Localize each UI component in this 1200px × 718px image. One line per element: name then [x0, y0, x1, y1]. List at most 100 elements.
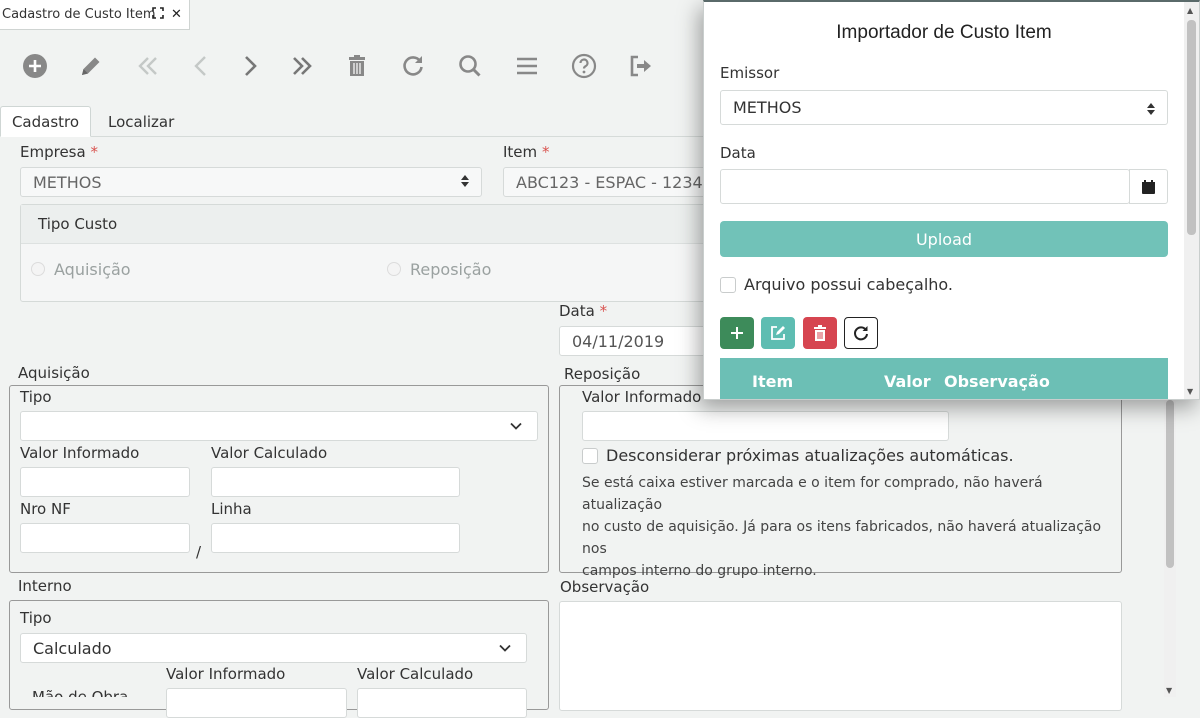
radio-reposicao[interactable]: [387, 262, 401, 276]
importer-table-header: Item Valor Observação: [720, 358, 1168, 399]
item-value: ABC123 - ESPAC - 12345: [516, 172, 713, 192]
aquisicao-valor-informado-input[interactable]: [20, 467, 190, 497]
main-scrollbar-thumb[interactable]: [1166, 400, 1174, 568]
column-header-valor[interactable]: Valor: [884, 372, 931, 391]
emissor-label: Emissor: [720, 64, 780, 82]
aquisicao-tipo-label: Tipo: [20, 388, 52, 406]
close-icon[interactable]: ✕: [171, 7, 182, 22]
note-line: campos interno do grupo interno.: [582, 563, 817, 579]
last-record-icon[interactable]: [286, 50, 318, 82]
desconsiderar-checkbox[interactable]: [582, 448, 598, 464]
interno-valor-informado-label: Valor Informado: [166, 665, 286, 683]
linha-input[interactable]: [211, 523, 460, 553]
aquisicao-valor-calculado-input[interactable]: [211, 467, 460, 497]
importer-data-input[interactable]: [720, 169, 1130, 204]
refresh-icon[interactable]: [397, 50, 429, 82]
chevron-down-icon: [498, 640, 512, 659]
tab-cadastro-label: Cadastro: [11, 112, 80, 131]
main-scrollbar[interactable]: [1164, 400, 1176, 697]
plus-icon: [731, 327, 743, 339]
emissor-select[interactable]: METHOS: [720, 90, 1168, 125]
importer-title: Importador de Custo Item: [836, 22, 1052, 43]
note-line: Se está caixa estiver marcada e o item f…: [582, 475, 1043, 513]
menu-icon[interactable]: [511, 50, 543, 82]
importer-edit-button[interactable]: [761, 317, 795, 349]
nro-nf-label: Nro NF: [20, 500, 71, 518]
search-icon[interactable]: [454, 50, 486, 82]
select-arrows-icon: [461, 174, 469, 191]
add-icon[interactable]: [19, 50, 51, 82]
reposicao-valor-informado-input[interactable]: [582, 411, 949, 441]
reposicao-valor-informado-label: Valor Informado: [582, 388, 702, 406]
interno-valor-calculado-label: Valor Calculado: [357, 665, 474, 683]
upload-label: Upload: [915, 229, 973, 249]
note-line: no custo de aquisição. Já para os itens …: [582, 519, 1102, 557]
item-label: Item *: [503, 143, 550, 161]
first-record-icon[interactable]: [132, 50, 164, 82]
header-checkbox[interactable]: [720, 277, 736, 293]
importer-scrollbar[interactable]: ▲ ▼: [1184, 2, 1199, 399]
data-value: 04/11/2019: [572, 331, 665, 351]
tab-localizar-label: Localizar: [108, 112, 175, 131]
linha-label: Linha: [211, 500, 252, 518]
calendar-button[interactable]: [1129, 169, 1168, 204]
desconsiderar-checkbox-label: Desconsiderar próximas atualizações auto…: [606, 446, 1014, 465]
importer-delete-button[interactable]: [803, 317, 837, 349]
upload-button[interactable]: Upload: [720, 221, 1168, 257]
previous-record-icon[interactable]: [185, 50, 217, 82]
delete-icon[interactable]: [341, 50, 373, 82]
empresa-value: METHOS: [33, 172, 102, 192]
empresa-label: Empresa *: [20, 143, 98, 161]
edit-icon[interactable]: [75, 50, 107, 82]
item-select[interactable]: ABC123 - ESPAC - 12345: [503, 167, 723, 197]
importer-scrollbar-thumb[interactable]: [1187, 20, 1196, 235]
column-header-item[interactable]: Item: [752, 372, 793, 391]
nro-nf-input[interactable]: [20, 523, 190, 553]
radio-aquisicao[interactable]: [31, 262, 45, 276]
data-input[interactable]: 04/11/2019: [559, 326, 719, 356]
importer-data-label: Data: [720, 144, 756, 162]
radio-aquisicao-label: Aquisição: [54, 260, 131, 279]
help-icon[interactable]: [568, 50, 600, 82]
data-label: Data *: [559, 302, 608, 320]
next-record-icon[interactable]: [234, 50, 266, 82]
chevron-down-icon: [509, 418, 523, 437]
mao-de-obra-label: Mão de Obra: [32, 688, 129, 697]
scroll-down-icon[interactable]: ▼: [1166, 686, 1172, 695]
aquisicao-section-label: Aquisição: [18, 364, 90, 382]
scroll-up-icon[interactable]: ▲: [1187, 6, 1193, 15]
tab-cadastro[interactable]: Cadastro: [0, 106, 91, 137]
interno-valor-calculado-input[interactable]: [357, 688, 527, 718]
reposicao-note: Se está caixa estiver marcada e o item f…: [582, 472, 1112, 582]
header-checkbox-label: Arquivo possui cabeçalho.: [744, 275, 953, 294]
importer-add-button[interactable]: [720, 317, 754, 349]
tab-localizar[interactable]: Localizar: [92, 106, 190, 137]
emissor-value: METHOS: [733, 98, 802, 117]
calendar-icon: [1142, 179, 1155, 194]
aquisicao-tipo-select[interactable]: [20, 411, 538, 441]
tipo-custo-panel: Tipo Custo: [20, 204, 720, 302]
nf-separator: /: [196, 543, 202, 561]
interno-valor-informado-input[interactable]: [166, 688, 347, 718]
maximize-icon[interactable]: [152, 7, 164, 23]
refresh-icon: [854, 326, 868, 341]
trash-icon: [814, 325, 826, 341]
aquisicao-valor-informado-label: Valor Informado: [20, 444, 140, 462]
observacao-label: Observação: [560, 578, 650, 596]
interno-tipo-value: Calculado: [33, 638, 112, 658]
interno-section-label: Interno: [18, 577, 72, 595]
window-tab[interactable]: Cadastro de Custo Item ✕: [0, 0, 190, 30]
interno-tipo-select[interactable]: Calculado: [20, 633, 527, 663]
edit-square-icon: [771, 326, 785, 340]
tipo-custo-label: Tipo Custo: [38, 215, 118, 233]
interno-tipo-label: Tipo: [20, 609, 52, 627]
select-arrows-icon: [1147, 101, 1155, 120]
scroll-down-icon[interactable]: ▼: [1187, 387, 1193, 396]
reposicao-section-label: Reposição: [564, 365, 641, 383]
observacao-textarea[interactable]: [559, 601, 1122, 711]
column-header-observacao[interactable]: Observação: [944, 372, 1050, 391]
importer-refresh-button[interactable]: [844, 317, 878, 349]
empresa-select[interactable]: METHOS: [20, 167, 482, 197]
aquisicao-valor-calculado-label: Valor Calculado: [211, 444, 328, 462]
exit-icon[interactable]: [625, 50, 657, 82]
